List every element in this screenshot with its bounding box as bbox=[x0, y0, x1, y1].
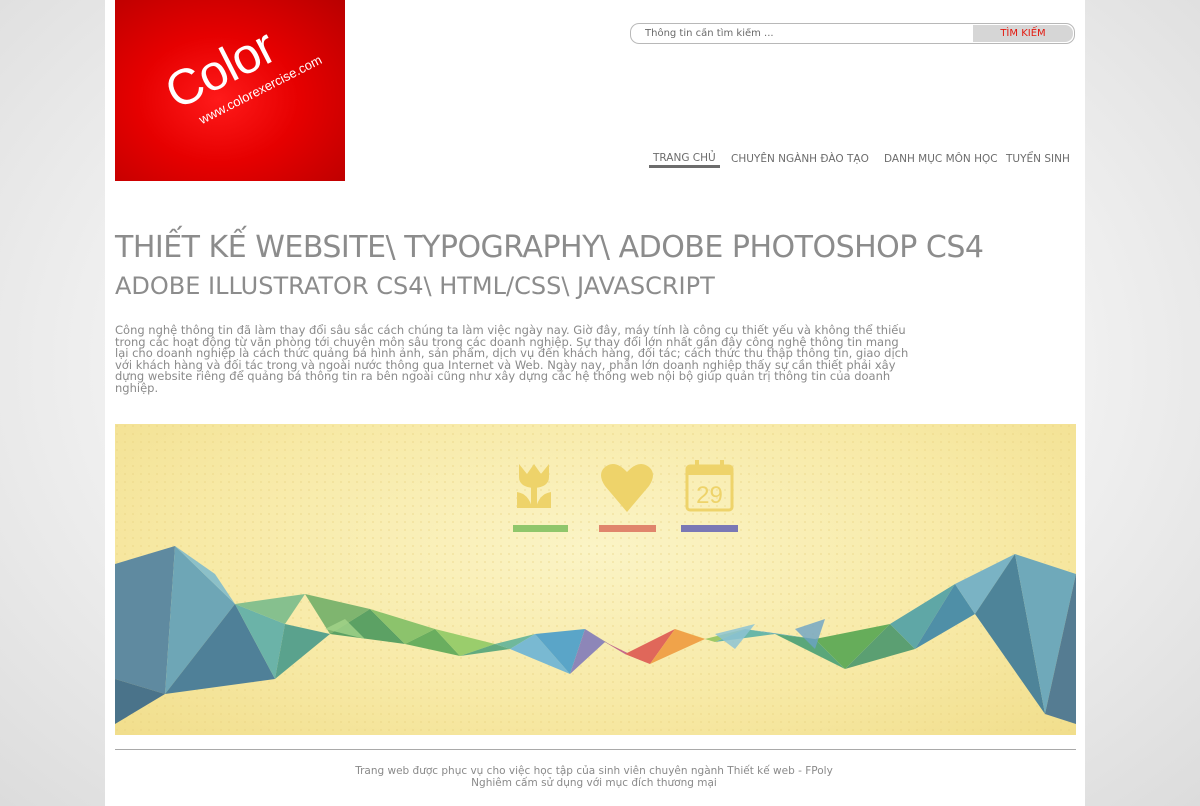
nav-item-label: TRANG CHỦ bbox=[653, 152, 716, 164]
calendar-day: 29 bbox=[696, 482, 723, 509]
footer-divider bbox=[115, 749, 1076, 750]
tulip-underline-bar bbox=[513, 525, 568, 532]
nav-item-home[interactable]: TRANG CHỦ bbox=[649, 152, 720, 168]
nav-item-label: DANH MỤC MÔN HỌC bbox=[884, 153, 998, 165]
hero-banner: 29 bbox=[115, 424, 1076, 735]
nav-item-admissions[interactable]: TUYỂN SINH bbox=[1006, 153, 1070, 165]
search-button[interactable]: TÌM KIẾM bbox=[973, 25, 1073, 42]
banner-artwork: 29 bbox=[115, 424, 1076, 735]
heart-underline-bar bbox=[599, 525, 656, 532]
page-subtitle: ADOBE ILLUSTRATOR CS4\ HTML/CSS\ JAVASCR… bbox=[115, 272, 715, 300]
page-container: Color www.colorexercise.com TÌM KIẾM TRA… bbox=[105, 0, 1085, 806]
nav-item-course-catalog[interactable]: DANH MỤC MÔN HỌC bbox=[884, 153, 998, 165]
nav-item-label: CHUYÊN NGÀNH ĐÀO TẠO bbox=[731, 153, 869, 165]
search-bar: TÌM KIẾM bbox=[630, 23, 1075, 44]
site-logo[interactable]: Color www.colorexercise.com bbox=[115, 0, 345, 181]
footer-line-2: Nghiêm cấm sử dụng với mục đích thương m… bbox=[471, 776, 717, 789]
calendar-underline-bar bbox=[681, 525, 738, 532]
intro-paragraph: Công nghệ thông tin đã làm thay đổi sâu … bbox=[115, 323, 909, 395]
site-footer: Trang web được phục vụ cho việc học tập … bbox=[115, 765, 1073, 789]
nav-item-training-majors[interactable]: CHUYÊN NGÀNH ĐÀO TẠO bbox=[731, 153, 869, 165]
page-title: THIẾT KẾ WEBSITE\ TYPOGRAPHY\ ADOBE PHOT… bbox=[115, 230, 984, 265]
search-input[interactable] bbox=[639, 24, 971, 43]
dot-texture bbox=[115, 424, 1076, 735]
nav-item-label: TUYỂN SINH bbox=[1006, 153, 1070, 165]
footer-line-1: Trang web được phục vụ cho việc học tập … bbox=[355, 765, 833, 777]
